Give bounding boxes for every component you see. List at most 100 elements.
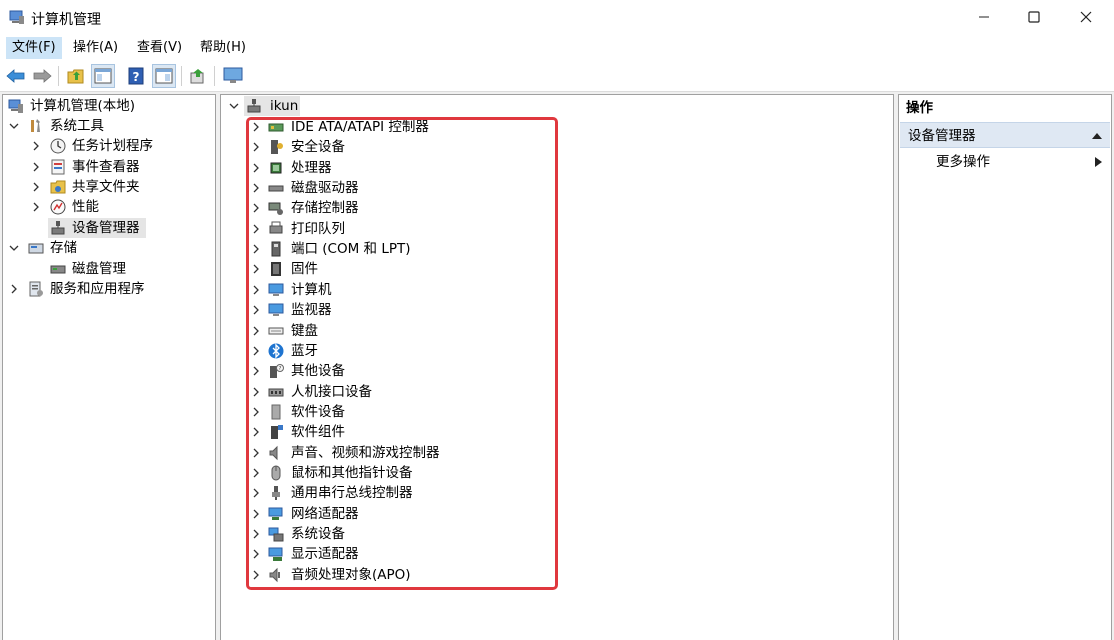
chevron-right-icon[interactable] <box>250 402 262 422</box>
tree-item-computer-management[interactable]: 计算机管理(本地) <box>6 96 214 116</box>
sound-icon <box>269 445 278 460</box>
more-actions-item[interactable]: 更多操作 <box>936 152 990 172</box>
device-category-item[interactable]: 软件组件 <box>246 422 546 442</box>
device-category-item[interactable]: 键盘 <box>246 321 546 341</box>
chevron-right-icon[interactable] <box>250 239 262 259</box>
submenu-arrow-icon[interactable] <box>1095 157 1102 167</box>
device-category-label: 固件 <box>291 261 318 278</box>
device-category-label: 计算机 <box>291 281 332 298</box>
device-category-item[interactable]: 鼠标和其他指针设备 <box>246 463 546 483</box>
menu-view[interactable]: 查看(V) <box>131 37 188 59</box>
storage-icon <box>28 243 44 254</box>
chevron-right-icon[interactable] <box>250 198 262 218</box>
chevron-right-icon[interactable] <box>250 361 262 381</box>
device-category-item[interactable]: 监视器 <box>246 300 546 320</box>
device-category-item[interactable]: 显示适配器 <box>246 544 546 564</box>
chevron-right-icon[interactable] <box>250 382 262 402</box>
chevron-right-icon[interactable] <box>30 136 42 156</box>
chevron-right-icon[interactable] <box>30 177 42 197</box>
menu-action[interactable]: 操作(A) <box>67 37 124 59</box>
minimize-button[interactable] <box>958 0 1010 34</box>
chevron-right-icon[interactable] <box>250 178 262 198</box>
tree-item-shared-folders[interactable]: 共享文件夹 <box>6 177 214 197</box>
chevron-right-icon[interactable] <box>250 321 262 341</box>
tree-item-storage[interactable]: 存储 <box>6 238 214 258</box>
chevron-right-icon[interactable] <box>250 117 262 137</box>
device-category-item[interactable]: 处理器 <box>246 158 546 178</box>
chevron-right-icon[interactable] <box>250 219 262 239</box>
device-category-item[interactable]: 打印队列 <box>246 219 546 239</box>
device-tree-root[interactable]: ikun <box>226 96 526 116</box>
actions-section-device-manager[interactable]: 设备管理器 <box>900 122 1110 148</box>
chevron-right-icon[interactable] <box>8 279 20 299</box>
chevron-right-icon[interactable] <box>250 300 262 320</box>
device-category-item[interactable]: 声音、视频和游戏控制器 <box>246 443 546 463</box>
chevron-right-icon[interactable] <box>250 137 262 157</box>
monitor-icon <box>223 67 243 83</box>
chevron-right-icon[interactable] <box>250 443 262 463</box>
device-category-item[interactable]: 通用串行总线控制器 <box>246 483 546 503</box>
window-title: 计算机管理 <box>31 12 101 28</box>
chevron-right-icon[interactable] <box>250 524 262 544</box>
svg-text:?: ? <box>133 70 140 84</box>
chevron-right-icon[interactable] <box>250 463 262 483</box>
help-button[interactable]: ? <box>124 64 148 88</box>
device-category-item[interactable]: 软件设备 <box>246 402 546 422</box>
chevron-right-icon[interactable] <box>250 280 262 300</box>
show-hide-action-pane-button[interactable] <box>152 64 176 88</box>
monitor-button[interactable] <box>221 64 245 88</box>
device-category-item[interactable]: ? 其他设备 <box>246 361 546 381</box>
menu-help[interactable]: 帮助(H) <box>194 37 252 59</box>
tree-item-task-scheduler[interactable]: 任务计划程序 <box>6 136 214 156</box>
tree-item-performance[interactable]: 性能 <box>6 197 214 217</box>
chevron-right-icon[interactable] <box>250 341 262 361</box>
chevron-right-icon[interactable] <box>250 565 262 585</box>
device-category-item[interactable]: 蓝牙 <box>246 341 546 361</box>
chevron-right-icon[interactable] <box>250 504 262 524</box>
device-category-item[interactable]: 安全设备 <box>246 137 546 157</box>
tree-item-event-viewer[interactable]: 事件查看器 <box>6 157 214 177</box>
close-button[interactable] <box>1060 0 1112 34</box>
device-category-label: 其他设备 <box>291 363 345 380</box>
toolbar-separator <box>181 66 182 86</box>
audio-apo-icon <box>269 567 280 582</box>
chevron-right-icon[interactable] <box>250 422 262 442</box>
maximize-button[interactable] <box>1008 0 1060 34</box>
chevron-down-icon[interactable] <box>228 96 240 116</box>
back-button[interactable] <box>4 64 28 88</box>
event-viewer-icon <box>51 159 65 175</box>
tree-item-device-manager[interactable]: 设备管理器 <box>6 218 214 238</box>
device-category-item[interactable]: 端口 (COM 和 LPT) <box>246 239 546 259</box>
device-category-item[interactable]: 存储控制器 <box>246 198 546 218</box>
menu-file[interactable]: 文件(F) <box>6 37 62 59</box>
disk-management-icon <box>50 265 66 274</box>
show-hide-tree-button[interactable] <box>91 64 115 88</box>
device-category-item[interactable]: 人机接口设备 <box>246 382 546 402</box>
chevron-right-icon[interactable] <box>250 483 262 503</box>
export-button[interactable] <box>186 64 210 88</box>
chevron-down-icon[interactable] <box>8 238 20 258</box>
up-button[interactable] <box>64 64 88 88</box>
device-category-item[interactable]: 系统设备 <box>246 524 546 544</box>
tree-item-system-tools[interactable]: 系统工具 <box>6 116 214 136</box>
chevron-down-icon[interactable] <box>8 116 20 136</box>
device-category-item[interactable]: IDE ATA/ATAPI 控制器 <box>246 117 546 137</box>
tree-item-services-applications[interactable]: 服务和应用程序 <box>6 279 214 299</box>
chevron-right-icon[interactable] <box>30 197 42 217</box>
chevron-right-icon[interactable] <box>250 259 262 279</box>
collapse-up-icon[interactable] <box>1092 132 1102 140</box>
device-category-item[interactable]: 音频处理对象(APO) <box>246 565 546 585</box>
storage-controller-icon <box>268 202 283 216</box>
chevron-right-icon[interactable] <box>250 158 262 178</box>
chevron-right-icon[interactable] <box>250 544 262 564</box>
back-arrow-icon <box>6 69 25 83</box>
device-category-item[interactable]: 磁盘驱动器 <box>246 178 546 198</box>
tree-item-disk-management[interactable]: 磁盘管理 <box>6 259 214 279</box>
device-manager-icon <box>51 221 65 235</box>
forward-button[interactable] <box>30 64 54 88</box>
device-category-item[interactable]: 网络适配器 <box>246 504 546 524</box>
computer-root-icon <box>247 99 261 113</box>
device-category-item[interactable]: 固件 <box>246 259 546 279</box>
device-category-item[interactable]: 计算机 <box>246 280 546 300</box>
chevron-right-icon[interactable] <box>30 157 42 177</box>
